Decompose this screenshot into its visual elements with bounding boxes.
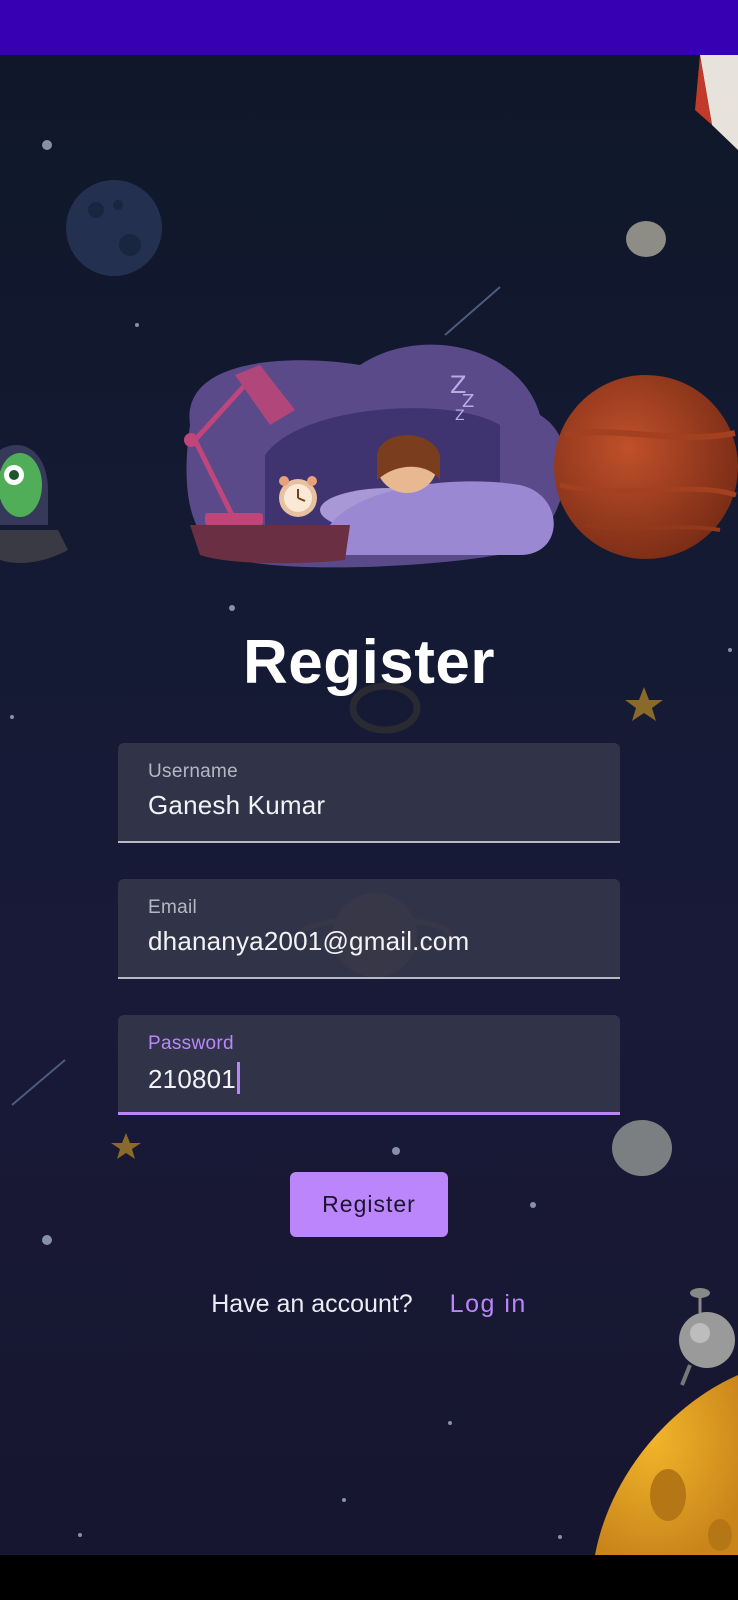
svg-text:Z: Z	[455, 408, 465, 424]
username-value[interactable]: Ganesh Kumar	[148, 790, 325, 821]
password-value-wrap[interactable]: 210801	[148, 1062, 240, 1095]
password-label: Password	[148, 1033, 234, 1054]
alien-ufo-icon	[0, 445, 68, 563]
page-title: Register	[242, 628, 496, 697]
email-value[interactable]: dhananya2001@gmail.com	[148, 926, 469, 957]
navigation-bar	[0, 1555, 738, 1600]
have-account-text: Have an account?	[211, 1290, 413, 1318]
asteroid-icon	[612, 221, 672, 1176]
yellow-moon-icon	[595, 1375, 738, 1555]
rocket-icon	[695, 55, 738, 150]
status-bar	[0, 0, 738, 55]
username-field[interactable]: Username Ganesh Kumar	[118, 743, 620, 843]
moon-icon	[66, 180, 162, 276]
sleeping-person-illustration: Z Z Z	[186, 344, 567, 568]
password-field[interactable]: Password 210801	[118, 1015, 620, 1115]
login-link[interactable]: Log in	[450, 1290, 527, 1318]
username-label: Username	[148, 761, 239, 782]
password-value[interactable]: 210801	[148, 1064, 236, 1094]
register-screen: Z Z Z Register Username Ganesh Kumar Ema…	[0, 55, 738, 1555]
svg-text:Z: Z	[450, 371, 466, 399]
svg-text:Z: Z	[462, 391, 474, 412]
email-field[interactable]: Email dhananya2001@gmail.com	[118, 879, 620, 979]
login-prompt: Have an account? Log in	[0, 1290, 738, 1319]
lamp-icon	[184, 365, 295, 525]
register-button[interactable]: Register	[290, 1172, 448, 1237]
email-label: Email	[148, 897, 198, 918]
text-cursor	[236, 1062, 240, 1094]
alarm-clock-icon	[279, 476, 317, 517]
planet-icon	[554, 375, 738, 559]
